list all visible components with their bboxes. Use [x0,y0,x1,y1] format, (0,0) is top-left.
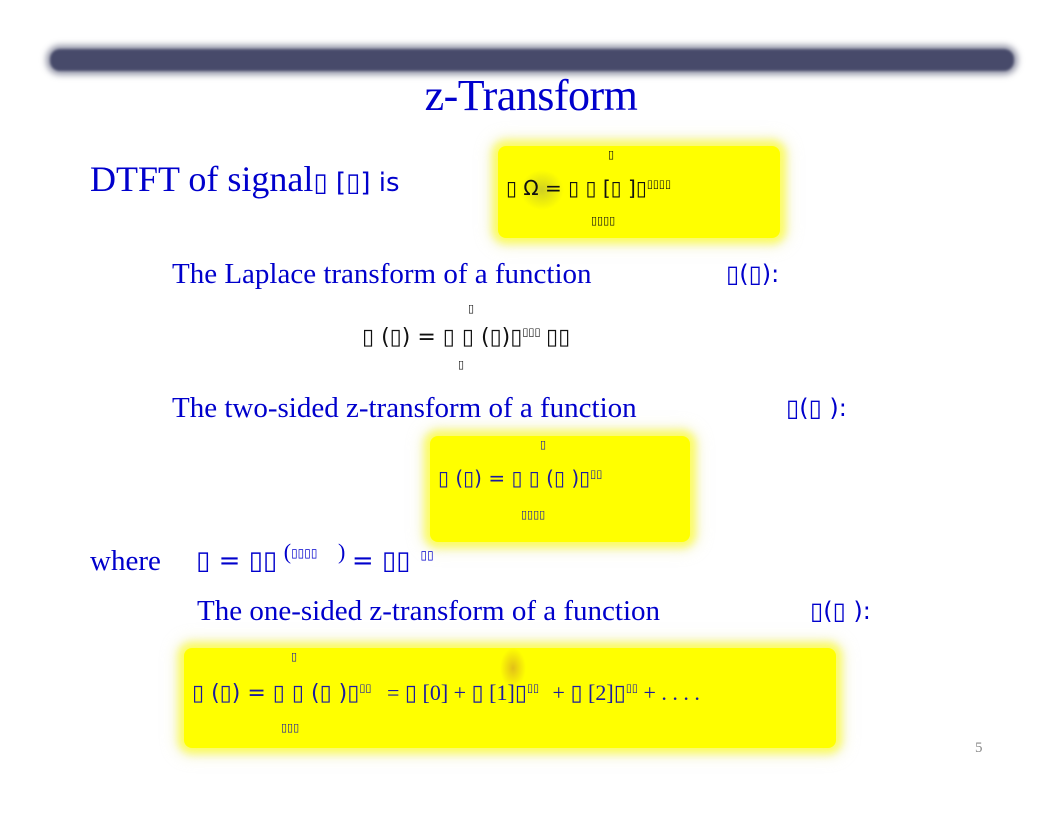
dtft-upper-limit: ▯ [608,148,615,161]
one-sided-formula-main-c: + ▯ [2]▯ [552,680,626,705]
laplace-function: ▯(▯): [726,260,780,288]
one-sided-formula-exp-b: ▯▯ [526,681,540,695]
slide-title: z-Transform [424,71,638,120]
dtft-intro-text: DTFT of signal [90,159,314,199]
header-bar [50,49,1014,71]
dtft-intro-symbol: ▯ [▯] is [313,168,400,198]
laplace-heading: The Laplace transform of a function [172,258,592,290]
dtft-formula-main: ▯ Ω = ▯ ▯ [▯ ]▯ [506,176,647,200]
dtft-intro: DTFT of signal▯ [▯] is [90,158,400,200]
two-sided-upper-limit: ▯ [540,438,547,451]
laplace-formula: ▯ (▯) = ▯ ▯ (▯)▯▯▯▯ ▯▯ [362,324,570,350]
two-sided-formula-exponent: ▯▯ [590,467,603,481]
dtft-formula: ▯ Ω = ▯ ▯ [▯ ]▯▯▯▯▯ [506,176,671,201]
one-sided-formula-main-b: = ▯ [0] + ▯ [1]▯ [386,680,527,705]
where-exponent-b: ▯▯ [420,548,434,563]
dtft-formula-exponent: ▯▯▯▯ [646,177,672,191]
where-expr-b: = ▯▯ [351,546,411,576]
where-paren-open: ( [283,539,292,564]
where-expression: ▯ = ▯▯ (▯▯▯▯ ) = ▯▯ ▯▯ [196,539,434,576]
two-sided-heading: The two-sided z-transform of a function [172,392,637,424]
one-sided-formula: ▯ (▯) = ▯ ▯ (▯ )▯▯▯ = ▯ [0] + ▯ [1]▯▯▯ +… [192,680,700,706]
two-sided-lower-limit: ▯▯▯▯ [521,508,546,521]
two-sided-function: ▯(▯ ): [786,394,847,422]
where-paren-exponent: ▯▯▯▯ [291,546,318,560]
where-expr-a: ▯ = ▯▯ [196,546,278,576]
two-sided-formula: ▯ (▯) = ▯ ▯ (▯ )▯▯▯ [438,466,602,491]
one-sided-lower-limit: ▯▯▯ [281,721,300,734]
laplace-lower-limit: ▯ [458,358,465,371]
one-sided-upper-limit: ▯ [291,650,298,663]
one-sided-formula-exp-c: ▯▯ [625,681,638,695]
where-label: where [90,545,161,577]
one-sided-function: ▯(▯ ): [810,597,871,625]
where-paren-close: ) [338,539,346,564]
laplace-formula-tail: ▯▯ [546,325,571,350]
laplace-formula-exponent: ▯▯▯ [522,325,541,339]
one-sided-formula-exp-a: ▯▯ [359,681,372,695]
laplace-formula-main: ▯ (▯) = ▯ ▯ (▯)▯ [362,325,523,350]
one-sided-formula-main-a: ▯ (▯) = ▯ ▯ (▯ )▯ [192,681,360,706]
one-sided-heading: The one-sided z-transform of a function [197,595,661,627]
dtft-lower-limit: ▯▯▯▯ [591,214,616,227]
two-sided-formula-main: ▯ (▯) = ▯ ▯ (▯ )▯ [438,466,591,490]
page-number: 5 [975,740,983,756]
laplace-upper-limit: ▯ [468,302,475,315]
one-sided-formula-main-d: + . . . . [643,680,700,705]
